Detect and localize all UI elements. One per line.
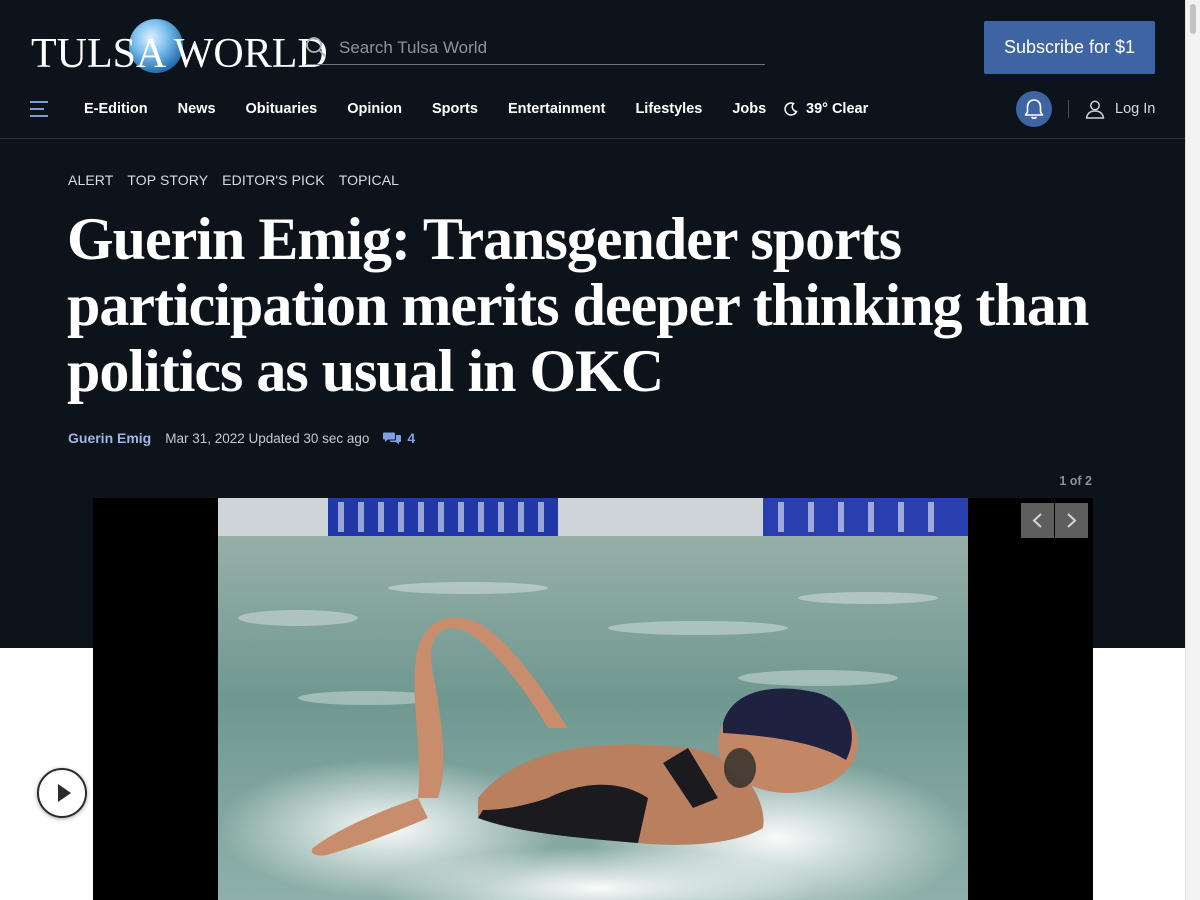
subscribe-button[interactable]: Subscribe for $1 xyxy=(984,21,1155,74)
gallery-next-button[interactable] xyxy=(1055,503,1088,538)
notifications-button[interactable] xyxy=(1016,91,1052,127)
play-button[interactable] xyxy=(37,768,87,818)
publish-date: Mar 31, 2022 Updated 30 sec ago xyxy=(165,430,370,446)
login-link[interactable]: Log In xyxy=(1085,88,1155,130)
nav-item-sports[interactable]: Sports xyxy=(432,101,478,117)
scrollbar[interactable] xyxy=(1185,0,1200,900)
gallery-photo[interactable] xyxy=(218,498,968,900)
article-tags: ALERT TOP STORY EDITOR'S PICK TOPICAL xyxy=(68,172,399,188)
tag-editors-pick[interactable]: EDITOR'S PICK xyxy=(222,172,325,188)
site-logo[interactable]: TULSA WORLD xyxy=(31,18,328,78)
nav-item-obituaries[interactable]: Obituaries xyxy=(246,101,318,117)
author-link[interactable]: Guerin Emig xyxy=(68,430,151,446)
weather-widget[interactable]: 39° Clear xyxy=(784,88,868,130)
play-icon xyxy=(58,784,71,802)
photo-gallery[interactable] xyxy=(93,498,1093,900)
nav-item-news[interactable]: News xyxy=(178,101,216,117)
nav-item-opinion[interactable]: Opinion xyxy=(347,101,402,117)
chevron-left-icon xyxy=(1032,513,1042,528)
swimmer-photo xyxy=(218,498,968,900)
tag-top-story[interactable]: TOP STORY xyxy=(127,172,208,188)
gallery-counter: 1 of 2 xyxy=(1059,474,1092,488)
login-label: Log In xyxy=(1115,101,1156,117)
nav-list: E-Edition News Obituaries Opinion Sports… xyxy=(84,88,766,130)
comment-count: 4 xyxy=(407,430,416,446)
user-icon xyxy=(1085,100,1105,119)
tag-alert[interactable]: ALERT xyxy=(68,172,113,188)
nav-divider xyxy=(1068,100,1069,118)
menu-icon[interactable] xyxy=(30,100,50,118)
chevron-right-icon xyxy=(1067,513,1077,528)
moon-icon xyxy=(784,102,798,116)
nav-item-jobs[interactable]: Jobs xyxy=(732,101,766,117)
gallery-prev-button[interactable] xyxy=(1021,503,1054,538)
article-headline: Guerin Emig: Transgender sports particip… xyxy=(67,206,1089,404)
tag-topical[interactable]: TOPICAL xyxy=(339,172,399,188)
search-input[interactable] xyxy=(337,34,761,62)
logo-wordmark: TULSA WORLD xyxy=(31,31,328,77)
main-navigation: E-Edition News Obituaries Opinion Sports… xyxy=(0,88,1185,139)
comments-link[interactable]: 4 xyxy=(383,430,415,446)
search-bar[interactable] xyxy=(305,30,765,65)
nav-item-e-edition[interactable]: E-Edition xyxy=(84,101,148,117)
comments-icon xyxy=(383,432,402,445)
weather-text: 39° Clear xyxy=(806,101,869,117)
nav-item-entertainment[interactable]: Entertainment xyxy=(508,101,606,117)
search-icon[interactable] xyxy=(305,36,327,58)
byline: Guerin Emig Mar 31, 2022 Updated 30 sec … xyxy=(68,430,415,446)
nav-item-lifestyles[interactable]: Lifestyles xyxy=(635,101,702,117)
scrollbar-thumb[interactable] xyxy=(1190,4,1196,34)
bell-icon xyxy=(1024,99,1044,120)
